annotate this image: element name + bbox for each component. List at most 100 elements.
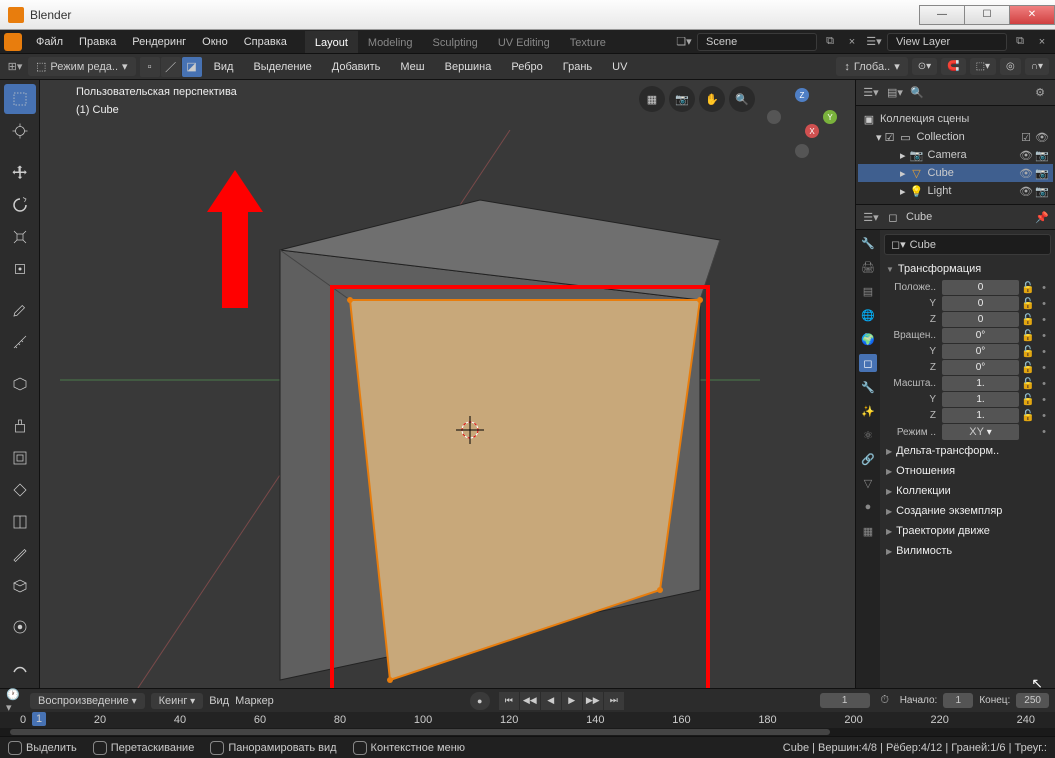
play-reverse[interactable]: ◀ bbox=[541, 692, 561, 710]
tool-rotate[interactable] bbox=[4, 190, 36, 220]
lock-icon[interactable]: 🔓 bbox=[1021, 377, 1035, 390]
workspace-texture[interactable]: Texture bbox=[560, 31, 616, 53]
pin-icon[interactable]: 📌 bbox=[1035, 211, 1049, 224]
tool-bevel[interactable] bbox=[4, 475, 36, 505]
rotation-x[interactable]: 0° bbox=[942, 328, 1019, 343]
location-z[interactable]: 0 bbox=[942, 312, 1019, 327]
blender-logo-icon[interactable] bbox=[4, 33, 22, 51]
menu-mesh[interactable]: Меш bbox=[392, 57, 432, 77]
rotation-mode[interactable]: XY ▾ bbox=[942, 424, 1019, 440]
tool-scale[interactable] bbox=[4, 222, 36, 252]
tab-viewlayer[interactable]: ▤ bbox=[859, 282, 877, 300]
tab-texture[interactable]: ▦ bbox=[859, 522, 877, 540]
timeline-marker[interactable]: Маркер bbox=[235, 695, 274, 707]
panel-relations[interactable]: Отношения bbox=[884, 461, 1051, 481]
tab-world[interactable]: 🌍 bbox=[859, 330, 877, 348]
tool-transform[interactable] bbox=[4, 254, 36, 284]
outliner-item-cube[interactable]: ▸▽ Cube 👁📷 bbox=[858, 164, 1053, 182]
snap-toggle[interactable]: 🧲 bbox=[941, 58, 965, 75]
timeline-editor-icon[interactable]: 🕐▾ bbox=[6, 692, 24, 710]
viewlayer-field[interactable]: View Layer bbox=[887, 33, 1007, 51]
pivot-dropdown[interactable]: ⊙▾ bbox=[912, 58, 937, 75]
outliner-item-light[interactable]: ▸💡 Light 👁📷 bbox=[858, 182, 1053, 200]
tool-add-cube[interactable] bbox=[4, 369, 36, 399]
tool-smooth[interactable] bbox=[4, 654, 36, 684]
scale-z[interactable]: 1. bbox=[942, 408, 1019, 423]
jump-end[interactable]: ⏭ bbox=[604, 692, 624, 710]
exclude-toggle[interactable]: ☑ bbox=[1019, 131, 1033, 144]
close-button[interactable]: ✕ bbox=[1009, 5, 1055, 25]
location-x[interactable]: 0 bbox=[942, 280, 1019, 295]
jump-start[interactable]: ⏮ bbox=[499, 692, 519, 710]
tab-scene[interactable]: 🌐 bbox=[859, 306, 877, 324]
outliner-display-icon[interactable]: ▤▾ bbox=[886, 84, 904, 102]
lock-icon[interactable]: 🔓 bbox=[1021, 313, 1035, 326]
edge-select-mode[interactable]: ／ bbox=[161, 57, 181, 77]
workspace-sculpting[interactable]: Sculpting bbox=[423, 31, 488, 53]
preview-range-icon[interactable]: ⏱ bbox=[876, 692, 894, 710]
tool-select-box[interactable] bbox=[4, 84, 36, 114]
outliner-search-icon[interactable]: 🔍 bbox=[910, 86, 1025, 99]
menu-file[interactable]: Файл bbox=[28, 32, 71, 52]
scale-x[interactable]: 1. bbox=[942, 376, 1019, 391]
tool-move[interactable] bbox=[4, 158, 36, 188]
properties-editor-icon[interactable]: ☰▾ bbox=[862, 208, 880, 226]
proportional-toggle[interactable]: ◎ bbox=[1000, 58, 1021, 75]
workspace-modeling[interactable]: Modeling bbox=[358, 31, 423, 53]
panel-delta[interactable]: Дельта-трансформ.. bbox=[884, 441, 1051, 461]
tab-modifiers[interactable]: 🔧 bbox=[859, 378, 877, 396]
menu-view[interactable]: Вид bbox=[206, 57, 242, 77]
minimize-button[interactable]: — bbox=[919, 5, 965, 25]
tool-extrude[interactable] bbox=[4, 410, 36, 440]
menu-help[interactable]: Справка bbox=[236, 32, 295, 52]
tab-constraints[interactable]: 🔗 bbox=[859, 450, 877, 468]
rotation-y[interactable]: 0° bbox=[942, 344, 1019, 359]
tab-object[interactable]: ◻ bbox=[859, 354, 877, 372]
tool-annotate[interactable] bbox=[4, 295, 36, 325]
viewlayer-new-icon[interactable]: ⧉ bbox=[1011, 33, 1029, 51]
tool-measure[interactable] bbox=[4, 327, 36, 357]
tool-inset[interactable] bbox=[4, 443, 36, 473]
menu-select[interactable]: Выделение bbox=[245, 57, 319, 77]
tool-loopcut[interactable] bbox=[4, 507, 36, 537]
menu-edge[interactable]: Ребро bbox=[503, 57, 550, 77]
scale-y[interactable]: 1. bbox=[942, 392, 1019, 407]
tab-data[interactable]: ▽ bbox=[859, 474, 877, 492]
lock-icon[interactable]: 🔓 bbox=[1021, 393, 1035, 406]
outliner-filter-icon[interactable]: ⚙ bbox=[1031, 84, 1049, 102]
location-y[interactable]: 0 bbox=[942, 296, 1019, 311]
maximize-button[interactable]: ☐ bbox=[964, 5, 1010, 25]
navigation-gizmo[interactable]: Z Y X bbox=[767, 88, 837, 158]
scene-field[interactable]: Scene bbox=[697, 33, 817, 51]
timeline-playback[interactable]: Воспроизведение ▾ bbox=[30, 693, 145, 709]
menu-add[interactable]: Добавить bbox=[324, 57, 389, 77]
panel-motion[interactable]: Траектории движе bbox=[884, 521, 1051, 541]
viewport-camera-icon[interactable]: ▦ bbox=[639, 86, 665, 112]
render-toggle[interactable]: 📷 bbox=[1035, 149, 1049, 162]
lock-icon[interactable]: 🔓 bbox=[1021, 361, 1035, 374]
tab-output[interactable]: 🖨 bbox=[859, 258, 877, 276]
jump-next-key[interactable]: ▶▶ bbox=[583, 692, 603, 710]
outliner-editor-icon[interactable]: ☰▾ bbox=[862, 84, 880, 102]
tab-physics[interactable]: ⚛ bbox=[859, 426, 877, 444]
object-name-field[interactable]: ◻▾Cube bbox=[884, 234, 1051, 255]
timeline-scrollbar[interactable] bbox=[0, 728, 1055, 736]
jump-prev-key[interactable]: ◀◀ bbox=[520, 692, 540, 710]
editor-type-icon[interactable]: ⊞▾ bbox=[6, 58, 24, 76]
tool-spin[interactable] bbox=[4, 612, 36, 642]
render-toggle[interactable]: 📷 bbox=[1035, 167, 1049, 180]
workspace-uvediting[interactable]: UV Editing bbox=[488, 31, 560, 53]
tool-polybuild[interactable] bbox=[4, 571, 36, 601]
mode-selector[interactable]: ⬚Режим реда..▾ bbox=[28, 57, 136, 76]
visibility-toggle[interactable]: 👁 bbox=[1019, 167, 1033, 180]
play[interactable]: ▶ bbox=[562, 692, 582, 710]
menu-edit[interactable]: Правка bbox=[71, 32, 124, 52]
tab-particles[interactable]: ✨ bbox=[859, 402, 877, 420]
viewlayer-browse-icon[interactable]: ☰▾ bbox=[865, 33, 883, 51]
frame-start[interactable]: 1 bbox=[943, 693, 973, 708]
3d-viewport[interactable]: Пользовательская перспектива (1) Cube ▦ … bbox=[40, 80, 855, 688]
frame-current[interactable]: 1 bbox=[820, 693, 870, 708]
outliner-scene-collection[interactable]: ▣ Коллекция сцены bbox=[858, 110, 1053, 128]
menu-render[interactable]: Рендеринг bbox=[124, 32, 194, 52]
lock-icon[interactable]: 🔓 bbox=[1021, 345, 1035, 358]
